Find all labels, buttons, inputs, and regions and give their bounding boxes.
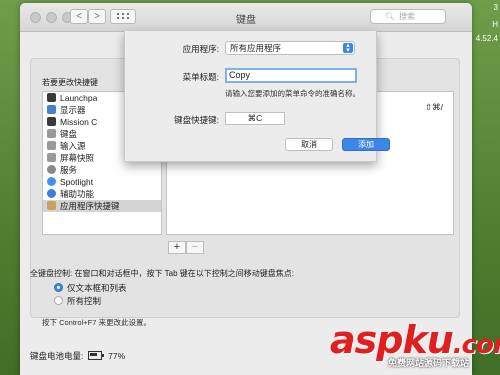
- radio-text-boxes-lists[interactable]: 仅文本框和列表: [54, 282, 127, 294]
- mission-control-icon: [47, 117, 56, 126]
- cancel-button[interactable]: 取消: [285, 138, 333, 151]
- radio-label: 所有控制: [67, 296, 102, 306]
- titlebar: < > 键盘 🔍︎ 搜索: [20, 3, 472, 32]
- menu-title-field[interactable]: Copy: [225, 68, 357, 83]
- list-item-label: 显示器: [60, 105, 86, 115]
- keyboard-shortcut-field[interactable]: ⌘C: [225, 112, 285, 125]
- launchpad-icon: [47, 93, 56, 102]
- full-keyboard-access-label: 全键盘控制: 在窗口和对话框中，按下 Tab 键在以下控制之间移动键盘焦点:: [30, 269, 295, 278]
- desktop-text: 3: [493, 3, 498, 12]
- search-placeholder: 搜索: [399, 12, 415, 21]
- add-button[interactable]: 添加: [342, 138, 390, 151]
- list-item-selected[interactable]: 应用程序快捷键: [43, 200, 161, 212]
- radio-label: 仅文本框和列表: [67, 283, 127, 293]
- application-label: 应用程序:: [182, 44, 219, 54]
- add-shortcut-sheet: 应用程序: 所有应用程序 ▴ ▾ 菜单标题: Copy 请输入您要添加的菜单命令的…: [124, 31, 390, 162]
- display-icon: [47, 105, 56, 114]
- screenshot-icon: [47, 153, 56, 162]
- app-shortcuts-icon: [47, 201, 56, 210]
- list-item[interactable]: 辅助功能: [43, 188, 161, 200]
- desktop-text: H: [492, 20, 498, 29]
- desktop-edge: 3 H 4.52.4: [470, 0, 500, 60]
- battery-level: 键盘电池电量: 77%: [30, 350, 125, 362]
- battery-icon: [87, 351, 104, 360]
- battery-label: 键盘电池电量:: [30, 351, 84, 361]
- list-item-label: 屏幕快照: [60, 153, 95, 163]
- keyboard-icon: [47, 129, 56, 138]
- services-gear-icon: [47, 165, 56, 174]
- watermark-subtitle: 免费网站源码下载站: [388, 358, 470, 368]
- spotlight-icon: [47, 177, 56, 186]
- keyboard-shortcut-label: 键盘快捷键:: [174, 115, 219, 125]
- battery-value: 77%: [108, 351, 126, 361]
- radio-selected-icon: [54, 283, 63, 292]
- list-item-label: Launchpa: [60, 93, 98, 103]
- application-value: 所有应用程序: [230, 43, 282, 53]
- add-shortcut-button[interactable]: +: [168, 241, 186, 254]
- shortcut-key-display: ⇧⌘/: [425, 102, 443, 112]
- list-item-label: 服务: [60, 165, 78, 175]
- list-item-label: 辅助功能: [60, 189, 95, 199]
- list-item-label: Mission C: [60, 117, 98, 127]
- application-popup[interactable]: 所有应用程序 ▴ ▾: [225, 41, 355, 55]
- list-item[interactable]: Spotlight: [43, 176, 161, 188]
- list-item-label: Spotlight: [60, 177, 94, 187]
- menu-title-label: 菜单标题:: [182, 72, 219, 82]
- control-f7-note: 按下 Control+F7 来更改此设置。: [42, 318, 151, 327]
- list-item-label: 输入源: [60, 141, 86, 151]
- input-source-icon: [47, 141, 56, 150]
- list-item-label: 应用程序快捷键: [60, 201, 120, 211]
- accessibility-icon: [47, 189, 56, 198]
- search-input[interactable]: 🔍︎ 搜索: [370, 9, 446, 24]
- desktop-text: 4.52.4: [475, 34, 498, 43]
- shortcuts-hint: 若要更改快捷键: [42, 78, 98, 87]
- list-item-label: 键盘: [60, 129, 78, 139]
- list-item[interactable]: 服务: [43, 164, 161, 176]
- menu-title-help: 请输入您要添加的菜单命令的准确名称。: [225, 89, 360, 98]
- search-icon: 🔍︎: [385, 12, 396, 21]
- radio-icon: [54, 296, 63, 305]
- popup-arrows-icon: ▴ ▾: [343, 42, 353, 54]
- remove-shortcut-button[interactable]: −: [186, 241, 204, 254]
- radio-all-controls[interactable]: 所有控制: [54, 295, 101, 307]
